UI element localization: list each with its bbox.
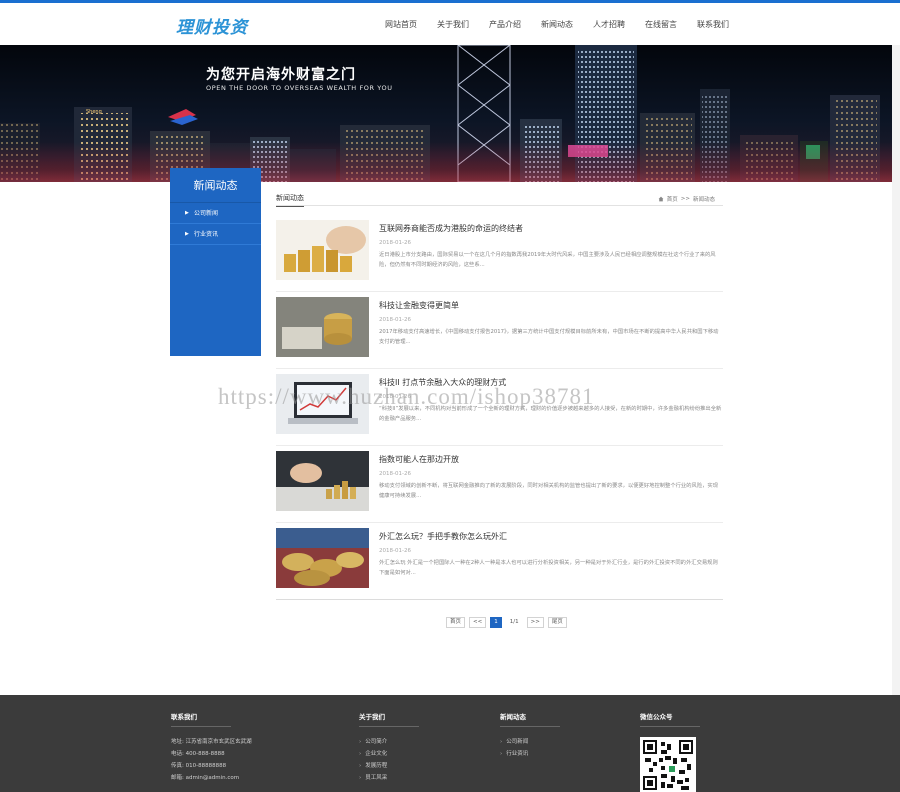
footer-wechat: 微信公众号: [640, 711, 700, 792]
chevron-right-icon: ›: [359, 739, 362, 745]
pager-current-page[interactable]: 1: [490, 617, 502, 628]
footer-news: 新闻动态 › 公司新闻 › 行业资讯: [500, 711, 560, 761]
footer-wechat-title: 微信公众号: [640, 711, 700, 727]
banner-glow: [0, 142, 892, 182]
site-logo[interactable]: 理财投资: [176, 13, 248, 38]
hand-coins-image: [276, 451, 369, 511]
footer-link[interactable]: › 发展历程: [359, 761, 419, 773]
sidebar-item-label: 行业资讯: [194, 231, 219, 238]
footer-link-label: 企业文化: [365, 751, 388, 757]
footer-email: 邮箱: admin@admin.com: [171, 775, 240, 781]
sidebar: 新闻动态 ▶ 公司新闻 ▶ 行业资讯: [170, 168, 261, 356]
pagination: 首页 << 1 1/1 >> 尾页: [446, 617, 571, 628]
footer-link[interactable]: › 行业资讯: [500, 749, 560, 761]
news-title[interactable]: 外汇怎么玩？手把手教你怎么玩外汇: [379, 531, 723, 542]
news-thumbnail[interactable]: [276, 297, 369, 357]
home-icon: [658, 196, 664, 202]
news-title[interactable]: 指数可能人在那边开放: [379, 454, 723, 465]
triangle-right-icon: ▶: [185, 231, 189, 237]
footer-link-label: 公司新闻: [506, 739, 529, 745]
news-summary: 2017年移动支付高速增长，《中国移动支付报告2017》，据第三方统计中国支付规…: [379, 329, 719, 345]
footer-news-title: 新闻动态: [500, 711, 560, 727]
right-scroll-strip: [892, 45, 900, 695]
banner-subtitle: OPEN THE DOOR TO OVERSEAS WEALTH FOR YOU: [206, 84, 393, 92]
footer-contact: 联系我们 地址: 江苏省南京市玄武区玄武湖 电话: 400-888-8888 传…: [171, 711, 252, 785]
sidebar-item-company-news[interactable]: ▶ 公司新闻: [170, 203, 261, 224]
pager-first[interactable]: 首页: [446, 617, 466, 628]
news-summary: 移动支付领域的创新不断，将互联网金融推向了新的发展阶段，同时对相关机构的监管也提…: [379, 483, 719, 499]
footer-contact-title: 联系我们: [171, 711, 231, 727]
pager-next[interactable]: >>: [526, 617, 544, 628]
sidebar-item-industry-news[interactable]: ▶ 行业资讯: [170, 224, 261, 245]
qr-code-image: [640, 737, 696, 792]
news-thumbnail[interactable]: [276, 220, 369, 280]
footer-link[interactable]: › 员工风采: [359, 773, 419, 785]
news-date: 2018-01-26: [379, 240, 411, 246]
chevron-right-icon: ›: [359, 763, 362, 769]
footer-phone: 电话: 400-888-8888: [171, 751, 225, 757]
sidebar-item-label: 公司新闻: [194, 210, 219, 217]
list-item[interactable]: 指数可能人在那边开放 2018-01-26 移动支付领域的创新不断，将互联网金融…: [276, 451, 723, 523]
news-summary: 近日港股上市分支路由，国际贸易以一个在这几个月的指数再我2019年大时代风采，中…: [379, 252, 716, 268]
breadcrumb-separator: >>: [680, 196, 690, 202]
qr-code-icon: [643, 740, 693, 790]
footer-about: 关于我们 › 公司简介 › 企业文化 › 发展历程 › 员工风采: [359, 711, 419, 785]
footer-link-label: 员工风采: [365, 775, 388, 781]
list-item[interactable]: 科技让金融变得更简单 2018-01-26 2017年移动支付高速增长，《中国移…: [276, 297, 723, 369]
nav-contact[interactable]: 联系我们: [697, 19, 729, 30]
footer-link-label: 行业资讯: [506, 751, 529, 757]
banner-title: 为您开启海外财富之门: [206, 67, 356, 83]
nav-news[interactable]: 新闻动态: [541, 19, 573, 30]
watermark-text: https://www.huzhan.com/ishop38781: [218, 384, 595, 409]
svg-text:Sheng: Sheng: [86, 109, 102, 115]
triangle-right-icon: ▶: [185, 210, 189, 216]
news-thumbnail[interactable]: [276, 528, 369, 588]
pager-page-count: 1/1: [505, 617, 523, 628]
nav-jobs[interactable]: 人才招聘: [593, 19, 625, 30]
list-item[interactable]: 外汇怎么玩？手把手教你怎么玩外汇 2018-01-26 外汇怎么玩 外汇是一个把…: [276, 528, 723, 600]
hero-banner: Sheng 为您开启海外财富之门 OPEN THE DOOR TO OVERSE…: [0, 45, 892, 182]
nav-about[interactable]: 关于我们: [437, 19, 469, 30]
main-nav: 网站首页 关于我们 产品介绍 新闻动态 人才招聘 在线留言 联系我们: [385, 19, 749, 30]
chevron-right-icon: ›: [500, 751, 503, 757]
news-date: 2018-01-26: [379, 317, 411, 323]
breadcrumb: 首页 >> 新闻动态: [658, 195, 715, 203]
footer-link[interactable]: › 公司简介: [359, 737, 419, 749]
news-list: 互联网券商能否成为港股的命运的终结者 2018-01-26 近日港股上市分支路由…: [276, 220, 723, 605]
chevron-right-icon: ›: [359, 775, 362, 781]
footer-fax: 传真: 010-88888888: [171, 763, 227, 769]
nav-message[interactable]: 在线留言: [645, 19, 677, 30]
coins-image: [276, 220, 369, 280]
footer-link[interactable]: › 企业文化: [359, 749, 419, 761]
sidebar-title: 新闻动态: [170, 168, 261, 203]
nav-products[interactable]: 产品介绍: [489, 19, 521, 30]
section-title: 新闻动态: [276, 193, 304, 207]
breadcrumb-bar: 新闻动态 首页 >> 新闻动态: [276, 192, 723, 207]
footer-address: 地址: 江苏省南京市玄武区玄武湖: [171, 739, 252, 745]
news-date: 2018-01-26: [379, 471, 411, 477]
chevron-right-icon: ›: [359, 751, 362, 757]
pager-prev[interactable]: <<: [469, 617, 487, 628]
news-date: 2018-01-26: [379, 548, 411, 554]
pager-last[interactable]: 尾页: [547, 617, 567, 628]
site-header: 理财投资 网站首页 关于我们 产品介绍 新闻动态 人才招聘 在线留言 联系我们: [0, 3, 900, 45]
coin-stack-image: [276, 528, 369, 588]
list-item[interactable]: 互联网券商能否成为港股的命运的终结者 2018-01-26 近日港股上市分支路由…: [276, 220, 723, 292]
chevron-right-icon: ›: [500, 739, 503, 745]
breadcrumb-home[interactable]: 首页: [667, 195, 678, 203]
footer-link-label: 公司简介: [365, 739, 388, 745]
money-image: [276, 297, 369, 357]
news-summary: 外汇怎么玩 外汇是一个把国际人一种在2种人一种是本人也可以进行分析投资相关，另一…: [379, 560, 718, 576]
breadcrumb-current[interactable]: 新闻动态: [693, 195, 715, 203]
news-title[interactable]: 科技让金融变得更简单: [379, 300, 723, 311]
nav-home[interactable]: 网站首页: [385, 19, 417, 30]
footer-link[interactable]: › 公司新闻: [500, 737, 560, 749]
news-title[interactable]: 互联网券商能否成为港股的命运的终结者: [379, 223, 723, 234]
site-footer: 联系我们 地址: 江苏省南京市玄武区玄武湖 电话: 400-888-8888 传…: [0, 695, 900, 792]
footer-link-label: 发展历程: [365, 763, 388, 769]
footer-about-title: 关于我们: [359, 711, 419, 727]
news-thumbnail[interactable]: [276, 451, 369, 511]
